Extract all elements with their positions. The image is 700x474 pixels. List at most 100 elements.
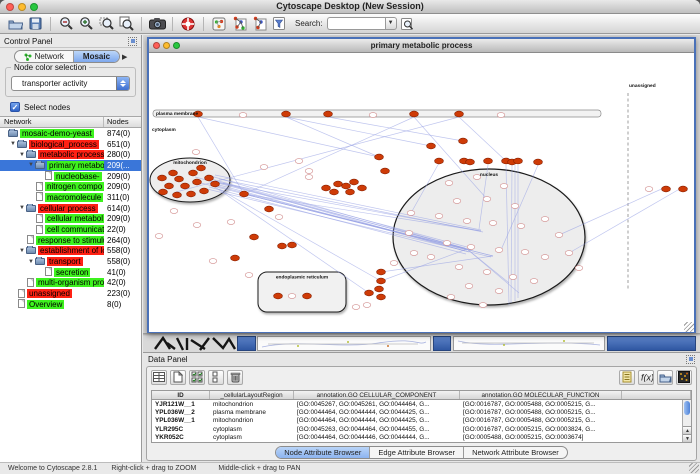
network-node-selected-color[interactable] — [189, 170, 198, 176]
network-node[interactable] — [541, 217, 549, 222]
tree-row[interactable]: nucleobase-209(0) — [0, 171, 141, 182]
network-node-selected-color[interactable] — [514, 158, 523, 164]
network-node-selected-color[interactable] — [278, 243, 287, 249]
network-node[interactable] — [509, 275, 517, 280]
network-node[interactable] — [193, 223, 201, 228]
col-region[interactable]: _cellularLayoutRegion — [210, 391, 294, 399]
tree-row[interactable]: multi-organism pro42(0) — [0, 278, 141, 289]
network-node-selected-color[interactable] — [534, 159, 543, 165]
scroll-up-button[interactable]: ▲ — [683, 426, 692, 434]
network-node[interactable] — [245, 273, 253, 278]
tree-row[interactable]: ▼transport558(0) — [0, 256, 141, 267]
zoom-selected-region-button[interactable] — [97, 16, 115, 32]
network-node[interactable] — [405, 231, 413, 236]
network-canvas[interactable]: plasma membranecytoplasmmitochondrionnuc… — [149, 53, 694, 332]
network-node[interactable] — [410, 251, 418, 256]
new-network-selected-edges-button[interactable] — [250, 16, 268, 32]
network-node[interactable] — [170, 209, 178, 214]
network-node[interactable] — [239, 113, 247, 118]
table-scrollbar[interactable]: ▲▼ — [682, 400, 691, 442]
network-node[interactable] — [645, 187, 653, 192]
filters-button[interactable] — [270, 16, 288, 32]
network-node-selected-color[interactable] — [358, 185, 367, 191]
attribute-table[interactable]: ID _cellularLayoutRegion annotation.GO C… — [151, 390, 692, 443]
network-node-selected-color[interactable] — [240, 191, 249, 197]
zoom-out-button[interactable] — [57, 16, 75, 32]
network-node[interactable] — [155, 234, 163, 239]
zoom-fit-button[interactable] — [117, 16, 135, 32]
table-row[interactable]: YKR052Ccytoplasm[GO:0044464, GO:0044446,… — [152, 434, 691, 442]
network-node-selected-color[interactable] — [274, 293, 283, 299]
network-node-selected-color[interactable] — [410, 111, 419, 117]
network-node[interactable] — [295, 159, 303, 164]
network-node-selected-color[interactable] — [377, 294, 386, 300]
background-window-fragment[interactable] — [237, 336, 256, 351]
network-node-selected-color[interactable] — [231, 255, 240, 261]
zoom-in-button[interactable] — [77, 16, 95, 32]
node-color-attribute-select[interactable]: transporter activity — [11, 76, 130, 91]
network-node[interactable] — [352, 305, 360, 310]
tab-edge-attribute-browser[interactable]: Edge Attribute Browser — [369, 447, 463, 458]
network-node-selected-color[interactable] — [330, 189, 339, 195]
tree-expander-icon[interactable]: ▼ — [9, 141, 17, 147]
select-attributes-button[interactable] — [189, 370, 205, 385]
network-node[interactable] — [495, 289, 503, 294]
attribute-matrix-button[interactable] — [676, 370, 692, 385]
network-node-selected-color[interactable] — [193, 179, 202, 185]
network-node-selected-color[interactable] — [169, 170, 178, 176]
window-titlebar[interactable]: Cytoscape Desktop (New Session) — [0, 0, 700, 14]
network-node-selected-color[interactable] — [365, 290, 374, 296]
network-node[interactable] — [500, 184, 508, 189]
network-node-selected-color[interactable] — [200, 188, 209, 194]
network-node[interactable] — [453, 199, 461, 204]
network-node[interactable] — [483, 270, 491, 275]
table-row[interactable]: YJR121W__1mitochondrion[GO:0045267, GO:0… — [152, 400, 691, 408]
network-node[interactable] — [465, 284, 473, 289]
network-node[interactable] — [209, 259, 217, 264]
network-node-selected-color[interactable] — [459, 138, 468, 144]
network-node[interactable] — [483, 197, 491, 202]
background-window-fragment[interactable] — [607, 336, 696, 351]
background-window-fragment[interactable] — [257, 336, 431, 351]
network-graph[interactable]: plasma membranecytoplasmmitochondrionnuc… — [149, 53, 694, 332]
scrollbar-thumb[interactable] — [684, 401, 690, 415]
tree-col-network[interactable]: Network — [0, 117, 104, 127]
network-node[interactable] — [517, 224, 525, 229]
network-node-selected-color[interactable] — [324, 111, 333, 117]
network-node-selected-color[interactable] — [282, 111, 291, 117]
network-node[interactable] — [541, 255, 549, 260]
network-node-selected-color[interactable] — [346, 189, 355, 195]
network-node[interactable] — [511, 204, 519, 209]
network-node-selected-color[interactable] — [427, 143, 436, 149]
tree-row[interactable]: Overview8(0) — [0, 299, 141, 310]
search-dropdown-arrow[interactable]: ▼ — [385, 17, 397, 30]
network-node[interactable] — [427, 255, 435, 260]
network-node-selected-color[interactable] — [250, 234, 259, 240]
scroll-down-button[interactable]: ▼ — [683, 434, 692, 442]
background-window-fragment[interactable] — [433, 336, 451, 351]
tree-row[interactable]: ▼cellular process614(0) — [0, 203, 141, 214]
network-node-selected-color[interactable] — [322, 185, 331, 191]
network-node[interactable] — [521, 250, 529, 255]
tree-expander-icon[interactable]: ▼ — [27, 259, 35, 265]
import-attributes-button[interactable] — [657, 370, 673, 385]
network-node[interactable] — [530, 279, 538, 284]
network-node[interactable] — [443, 241, 451, 246]
col-id[interactable]: ID — [152, 391, 210, 399]
table-row[interactable]: YDR039C__1mitochondrion[GO:0044464, GO:0… — [152, 442, 691, 443]
network-node-selected-color[interactable] — [377, 269, 386, 275]
network-node-selected-color[interactable] — [288, 242, 297, 248]
network-node[interactable] — [463, 219, 471, 224]
network-node[interactable] — [305, 169, 313, 174]
network-node-selected-color[interactable] — [205, 175, 214, 181]
network-node-selected-color[interactable] — [334, 181, 343, 187]
attribute-list-button[interactable] — [619, 370, 635, 385]
network-node-selected-color[interactable] — [175, 176, 184, 182]
tree-row[interactable]: cell communicat22(0) — [0, 224, 141, 235]
tab-mosaic[interactable]: Mosaic — [73, 51, 119, 62]
tree-expander-icon[interactable]: ▼ — [18, 205, 26, 211]
network-node-selected-color[interactable] — [375, 154, 384, 160]
float-panel-icon[interactable] — [128, 37, 137, 46]
network-node[interactable] — [260, 165, 268, 170]
network-view-titlebar[interactable]: primary metabolic process — [149, 39, 694, 53]
